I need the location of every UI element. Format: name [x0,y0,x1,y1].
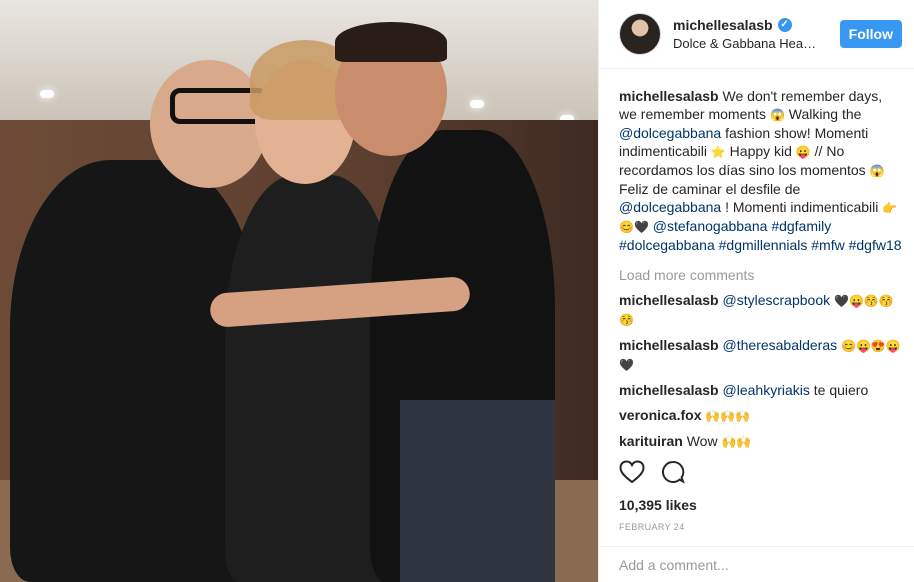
load-more-comments[interactable]: Load more comments [619,266,902,284]
comment-mention[interactable]: @leahkyriakis [723,382,810,398]
post-side-panel: michellesalasb ✓ Dolce & Gabbana Hea… Fo… [598,0,914,582]
photo-person-left [10,160,260,582]
photo-light [470,100,484,108]
photo-hair-right [335,22,447,62]
photo-trousers [400,400,555,582]
caption-username[interactable]: michellesalasb [619,88,719,104]
header-info: michellesalasb ✓ Dolce & Gabbana Hea… [673,17,832,51]
comment-text: te quiero [813,382,869,398]
post-header: michellesalasb ✓ Dolce & Gabbana Hea… Fo… [599,0,914,69]
comment-item: michellesalasb @theresabalderas 😊😛😍😛 🖤 [619,336,902,374]
avatar[interactable] [619,13,661,55]
heart-icon[interactable] [619,460,645,484]
caption-mention[interactable]: @dolcegabbana [619,199,721,215]
username-row: michellesalasb ✓ [673,17,832,33]
comment-item: veronica.fox 🙌🙌🙌 [619,406,902,425]
post-caption: michellesalasb We don't remember days, w… [619,87,902,254]
post-actions [619,460,685,484]
post-container: michellesalasb ✓ Dolce & Gabbana Hea… Fo… [0,0,914,582]
caption-emoji: 😱 [869,164,885,178]
comment-username[interactable]: michellesalasb [619,382,719,398]
caption-text: Feliz de caminar el desfile de [619,181,801,197]
caption-text: Happy kid [729,143,792,159]
likes-count[interactable]: 10,395 likes [619,497,697,513]
follow-button[interactable]: Follow [839,20,902,48]
comment-username[interactable]: karituiran [619,433,683,449]
add-comment-input[interactable]: Add a comment... [599,546,914,582]
comment-username[interactable]: michellesalasb [619,337,719,353]
caption-emoji: 😛 [795,145,811,159]
header-location[interactable]: Dolce & Gabbana Hea… [673,36,832,51]
comment-item: michellesalasb @leahkyriakis te quiero [619,381,902,399]
caption-mention[interactable]: @stefanogabbana [653,218,768,234]
photo-light [40,90,54,98]
comment-mention[interactable]: @stylescrapbook [723,292,831,308]
post-date[interactable]: FEBRUARY 24 [619,522,685,532]
caption-text: Walking the [788,106,862,122]
comment-emoji: 🙌🙌 [721,435,752,449]
caption-text: ! Momenti indimenticabili [725,199,879,215]
comment-item: karituiran Wow 🙌🙌 [619,432,902,451]
header-username[interactable]: michellesalasb [673,17,773,33]
comment-item: michellesalasb @stylescrapbook 🖤😛😚😚 😚 [619,291,902,329]
caption-emoji: ⭐ [710,145,726,159]
comment-text: Wow [686,433,718,449]
caption-mention[interactable]: @dolcegabbana [619,125,721,141]
comment-username[interactable]: michellesalasb [619,292,719,308]
post-photo[interactable] [0,0,598,582]
comment-emoji: 🙌🙌🙌 [705,409,751,423]
comment-mention[interactable]: @theresabalderas [723,337,838,353]
comments-section: michellesalasb We don't remember days, w… [599,69,914,451]
caption-emoji: 😱 [769,108,785,122]
verified-badge-icon: ✓ [777,18,792,32]
comment-icon[interactable] [661,460,685,484]
comment-username[interactable]: veronica.fox [619,407,701,423]
